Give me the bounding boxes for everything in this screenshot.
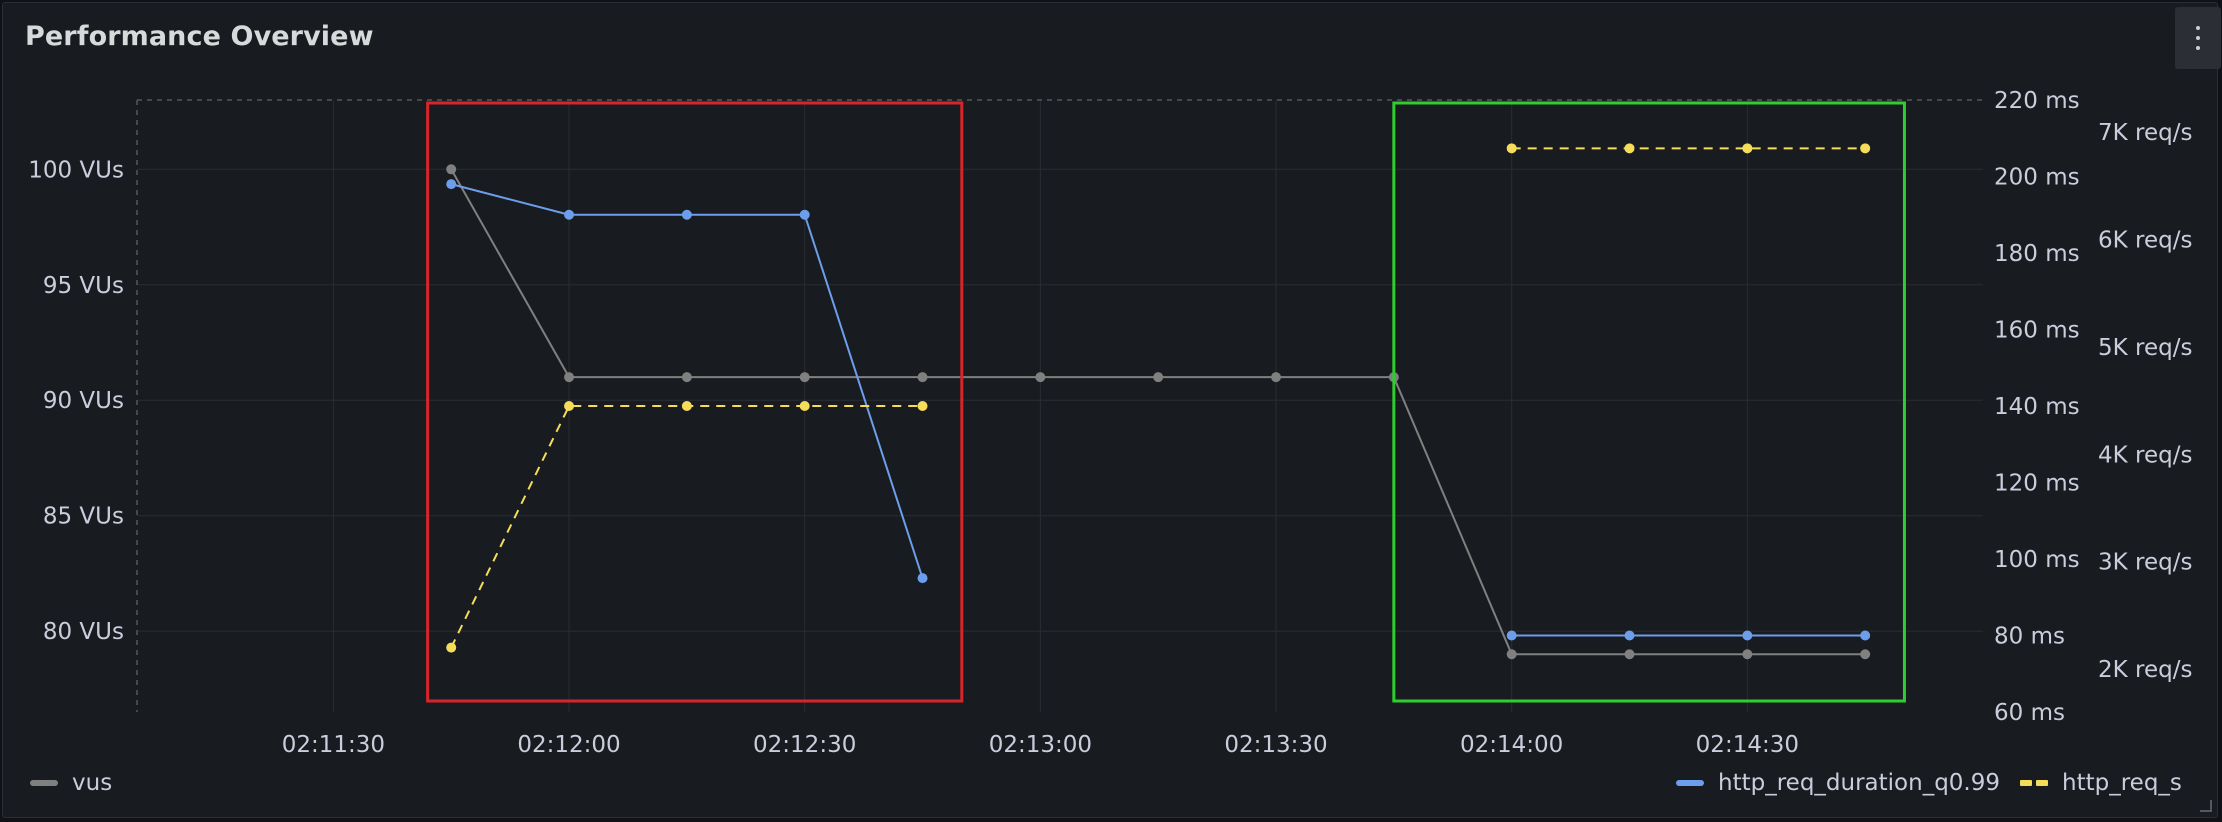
x-tick-label: 02:11:30	[282, 732, 385, 758]
legend-swatch-http-req-s	[2020, 780, 2048, 786]
y-left-tick-label: 90 VUs	[43, 388, 124, 414]
y-left-tick-label: 80 VUs	[43, 619, 124, 645]
legend-item-http-req-duration[interactable]: http_req_duration_q0.99	[1676, 770, 2000, 796]
legend-swatch-http-req-duration	[1676, 780, 1704, 786]
y-right-ms-tick-label: 80 ms	[1994, 624, 2065, 650]
y-left-tick-label: 95 VUs	[43, 273, 124, 299]
y-right-reqs-tick-label: 6K req/s	[2098, 228, 2192, 254]
data-point-http-req-s	[1860, 143, 1871, 154]
y-right-ms-tick-label: 200 ms	[1994, 165, 2080, 191]
data-point-vus	[1506, 649, 1517, 660]
y-right-ms-tick-label: 120 ms	[1994, 471, 2080, 497]
data-point-vus	[1742, 649, 1753, 660]
y-right-ms-tick-label: 60 ms	[1994, 700, 2065, 726]
data-point-http-req-duration-q0-99	[799, 209, 810, 220]
data-point-http-req-duration-q0-99	[1742, 630, 1753, 641]
data-point-http-req-s	[1506, 143, 1517, 154]
data-point-vus	[1035, 372, 1046, 383]
data-point-vus	[681, 372, 692, 383]
data-point-http-req-duration-q0-99	[1506, 630, 1517, 641]
legend-label: http_req_s	[2062, 770, 2182, 796]
resize-handle[interactable]	[2200, 800, 2212, 812]
y-right-reqs-tick-label: 5K req/s	[2098, 335, 2192, 361]
data-point-http-req-duration-q0-99	[1624, 630, 1635, 641]
data-point-http-req-duration-q0-99	[564, 209, 575, 220]
data-point-vus	[446, 164, 457, 175]
y-left-tick-label: 100 VUs	[28, 157, 124, 183]
data-point-vus	[564, 372, 575, 383]
data-point-http-req-s	[681, 401, 692, 411]
data-point-vus	[1271, 372, 1282, 383]
legend-item-vus[interactable]: vus	[30, 770, 112, 796]
legend-label: http_req_duration_q0.99	[1718, 770, 2001, 796]
y-right-reqs-tick-label: 7K req/s	[2098, 120, 2192, 146]
data-point-http-req-s	[917, 401, 928, 411]
y-right-ms-tick-label: 160 ms	[1994, 318, 2080, 344]
data-point-http-req-s	[1624, 143, 1635, 154]
y-right-ms-tick-label: 100 ms	[1994, 547, 2080, 573]
x-tick-label: 02:14:30	[1696, 732, 1799, 758]
y-left-tick-label: 85 VUs	[43, 504, 124, 530]
legend-label: vus	[72, 770, 113, 796]
x-tick-label: 02:14:00	[1460, 732, 1563, 758]
y-right-ms-tick-label: 180 ms	[1994, 241, 2080, 267]
series-line-vus	[450, 168, 1866, 656]
y-right-ms-tick-label: 140 ms	[1994, 394, 2080, 420]
data-point-http-req-duration-q0-99	[681, 209, 692, 220]
data-point-http-req-s	[799, 401, 810, 411]
chart: 02:11:30 02:12:00 02:12:30 02:13:00 02:13:30…	[28, 88, 2192, 758]
data-point-vus	[1153, 372, 1164, 383]
data-point-vus	[799, 372, 810, 383]
data-point-http-req-s	[446, 642, 457, 653]
highlight-box-red	[426, 101, 964, 703]
x-tick-label: 02:13:00	[989, 732, 1092, 758]
y-right-reqs-tick-label: 2K req/s	[2098, 657, 2192, 683]
x-tick-label: 02:12:00	[517, 732, 620, 758]
highlight-box-green	[1392, 101, 1906, 703]
data-point-vus	[917, 372, 928, 383]
data-point-vus	[1624, 649, 1635, 660]
data-point-vus	[1860, 649, 1871, 660]
x-tick-label: 02:13:30	[1224, 732, 1327, 758]
y-right-ms-tick-label: 220 ms	[1994, 88, 2080, 114]
series-line-http-req-s	[450, 405, 923, 649]
data-point-http-req-duration-q0-99	[1860, 630, 1871, 641]
data-point-http-req-s	[564, 401, 575, 411]
data-point-http-req-duration-q0-99	[917, 573, 928, 584]
data-point-http-req-s	[1742, 143, 1753, 154]
data-point-http-req-duration-q0-99	[446, 179, 457, 190]
legend-swatch-vus	[30, 780, 58, 786]
legend-item-http-req-s[interactable]: http_req_s	[2020, 770, 2182, 796]
x-tick-label: 02:12:30	[753, 732, 856, 758]
y-right-reqs-tick-label: 4K req/s	[2098, 442, 2192, 468]
y-right-reqs-tick-label: 3K req/s	[2098, 550, 2192, 576]
